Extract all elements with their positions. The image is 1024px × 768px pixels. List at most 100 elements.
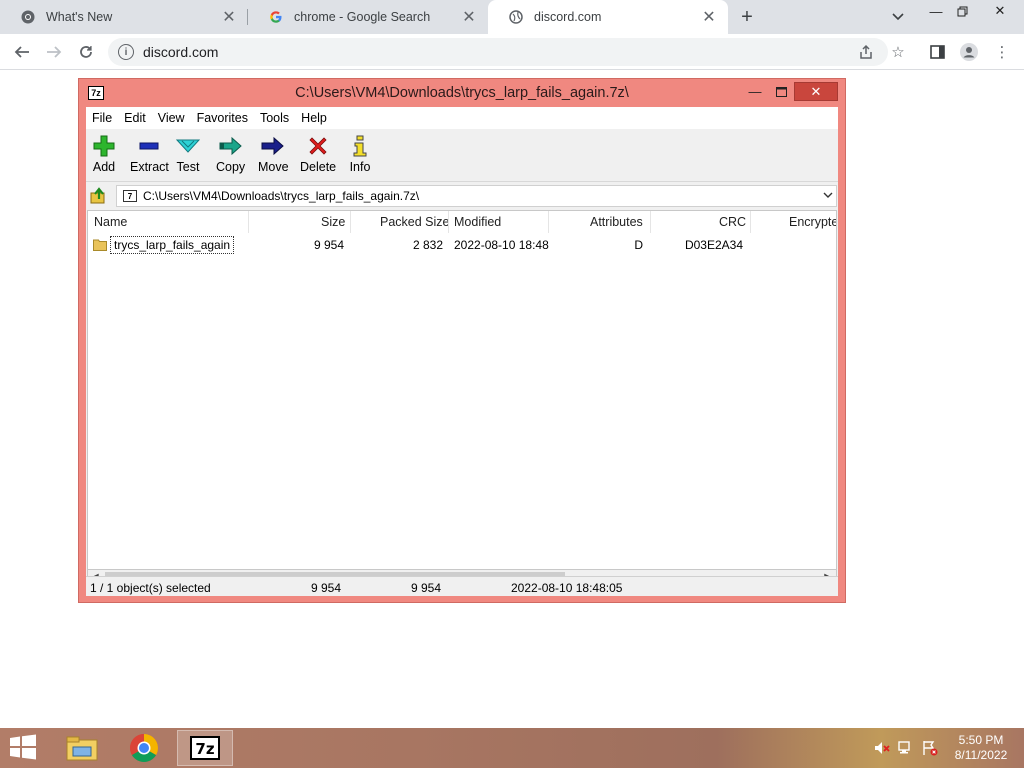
delete-button[interactable]: Delete: [300, 134, 336, 178]
menu-edit[interactable]: Edit: [118, 111, 152, 125]
globe-icon: [508, 9, 524, 25]
row-name[interactable]: trycs_larp_fails_again: [110, 236, 235, 254]
column-name[interactable]: Name: [94, 215, 127, 229]
status-bar: 1 / 1 object(s) selected 9 954 9 954 202…: [86, 576, 838, 596]
move-arrow-icon: [261, 134, 285, 158]
site-info-icon[interactable]: i: [118, 44, 134, 60]
extract-button[interactable]: Extract: [130, 134, 169, 178]
forward-arrow-icon[interactable]: [42, 40, 66, 64]
chrome-taskbar-icon[interactable]: [116, 730, 172, 766]
minimize-browser-button[interactable]: —: [924, 2, 948, 20]
copy-button[interactable]: Copy: [216, 134, 245, 178]
tab-google-search[interactable]: chrome - Google Search ✕: [248, 0, 488, 34]
volume-muted-icon[interactable]: [874, 740, 890, 756]
tab-whats-new[interactable]: What's New ✕: [0, 0, 248, 34]
menu-file[interactable]: File: [86, 111, 118, 125]
row-size: 9 954: [313, 238, 344, 252]
close-tab-icon[interactable]: ✕: [700, 8, 718, 26]
sevenzip-title: C:\Users\VM4\Downloads\trycs_larp_fails_…: [295, 85, 629, 101]
clock-date: 8/11/2022: [954, 748, 1008, 762]
row-modified: 2022-08-10 18:48: [454, 238, 549, 252]
sevenzip-toolbar: Add Extract Test Copy Move Delete Info: [86, 130, 838, 182]
address-bar[interactable]: i discord.com: [108, 38, 888, 66]
column-modified[interactable]: Modified: [454, 215, 501, 229]
copy-arrow-icon: [219, 134, 243, 158]
file-list[interactable]: Name Size Packed Size Modified Attribute…: [87, 210, 837, 570]
system-clock[interactable]: 5:50 PM 8/11/2022: [946, 733, 1016, 763]
row-attributes: D: [634, 238, 643, 252]
tab-title: chrome - Google Search: [294, 10, 431, 24]
svg-text:7z: 7z: [195, 740, 214, 758]
column-divider[interactable]: [448, 211, 449, 233]
sevenzip-window: 7z C:\Users\VM4\Downloads\trycs_larp_fai…: [78, 78, 846, 603]
delete-x-icon: [306, 134, 330, 158]
row-packed-size: 2 832: [412, 238, 443, 252]
column-attributes[interactable]: Attributes: [590, 215, 643, 229]
taskbar: 7z 5:50 PM 8/11/2022: [0, 728, 1024, 768]
profile-avatar-icon[interactable]: [959, 42, 979, 62]
folder-up-icon[interactable]: [90, 187, 108, 205]
url-text: discord.com: [143, 44, 219, 60]
archive-icon: 7: [123, 190, 137, 202]
clock-time: 5:50 PM: [958, 733, 1004, 747]
info-icon: [348, 134, 372, 158]
move-button[interactable]: Move: [258, 134, 289, 178]
status-size: 9 954: [311, 581, 342, 595]
menu-bar: File Edit View Favorites Tools Help: [86, 107, 838, 129]
close-tab-icon[interactable]: ✕: [220, 8, 238, 26]
table-row[interactable]: trycs_larp_fails_again 9 954 2 832 2022-…: [88, 235, 836, 255]
action-center-flag-icon[interactable]: [922, 740, 938, 756]
sevenzip-client-area: File Edit View Favorites Tools Help Add …: [86, 107, 838, 596]
menu-help[interactable]: Help: [295, 111, 333, 125]
sevenzip-taskbar-icon[interactable]: 7z: [177, 730, 233, 766]
reload-icon[interactable]: [74, 40, 98, 64]
column-divider[interactable]: [650, 211, 651, 233]
sevenzip-address-row: 7 C:\Users\VM4\Downloads\trycs_larp_fail…: [86, 184, 838, 208]
google-icon: [268, 9, 284, 25]
column-size[interactable]: Size: [321, 215, 345, 229]
tab-discord[interactable]: discord.com ✕: [488, 0, 728, 34]
info-button[interactable]: Info: [348, 134, 372, 178]
minimize-button[interactable]: —: [743, 82, 767, 101]
share-icon[interactable]: [856, 42, 876, 62]
status-modified: 2022-08-10 18:48:05: [511, 581, 623, 595]
back-arrow-icon[interactable]: [10, 40, 34, 64]
column-crc[interactable]: CRC: [719, 215, 746, 229]
chevron-down-icon[interactable]: [823, 188, 833, 202]
close-tab-icon[interactable]: ✕: [460, 8, 478, 26]
browser-toolbar: i discord.com ☆ ⋮: [0, 34, 1024, 70]
test-button[interactable]: Test: [176, 134, 200, 178]
more-menu-icon[interactable]: ⋮: [992, 42, 1012, 62]
menu-tools[interactable]: Tools: [254, 111, 295, 125]
tab-search-chevron-icon[interactable]: [888, 8, 908, 26]
column-divider[interactable]: [548, 211, 549, 233]
browser-tab-strip: What's New ✕ chrome - Google Search ✕ di…: [0, 0, 1024, 34]
windows-start-icon[interactable]: [8, 734, 40, 762]
close-button[interactable]: ✕: [794, 82, 838, 101]
column-divider[interactable]: [350, 211, 351, 233]
menu-favorites[interactable]: Favorites: [191, 111, 254, 125]
column-packed-size[interactable]: Packed Size: [380, 215, 449, 229]
column-divider[interactable]: [248, 211, 249, 233]
sevenzip-titlebar[interactable]: 7z C:\Users\VM4\Downloads\trycs_larp_fai…: [79, 79, 845, 108]
add-button[interactable]: Add: [92, 134, 116, 178]
column-divider[interactable]: [750, 211, 751, 233]
folder-icon: [93, 239, 107, 251]
test-check-icon: [176, 134, 200, 158]
file-explorer-icon[interactable]: [54, 730, 110, 766]
row-crc: D03E2A34: [684, 238, 743, 252]
status-packed: 9 954: [411, 581, 442, 595]
tab-title: What's New: [46, 10, 113, 24]
close-browser-button[interactable]: ✕: [988, 2, 1012, 20]
restore-browser-button[interactable]: [950, 2, 974, 20]
path-combobox[interactable]: 7 C:\Users\VM4\Downloads\trycs_larp_fail…: [116, 185, 837, 207]
side-panel-icon[interactable]: [927, 42, 947, 62]
status-selection: 1 / 1 object(s) selected: [90, 581, 211, 595]
bookmark-star-icon[interactable]: ☆: [888, 42, 908, 62]
list-header: Name Size Packed Size Modified Attribute…: [88, 211, 836, 233]
column-encrypted[interactable]: Encrypte: [789, 215, 836, 229]
network-icon[interactable]: [898, 740, 914, 756]
menu-view[interactable]: View: [152, 111, 191, 125]
maximize-button[interactable]: [769, 82, 793, 101]
new-tab-button[interactable]: +: [736, 6, 758, 28]
